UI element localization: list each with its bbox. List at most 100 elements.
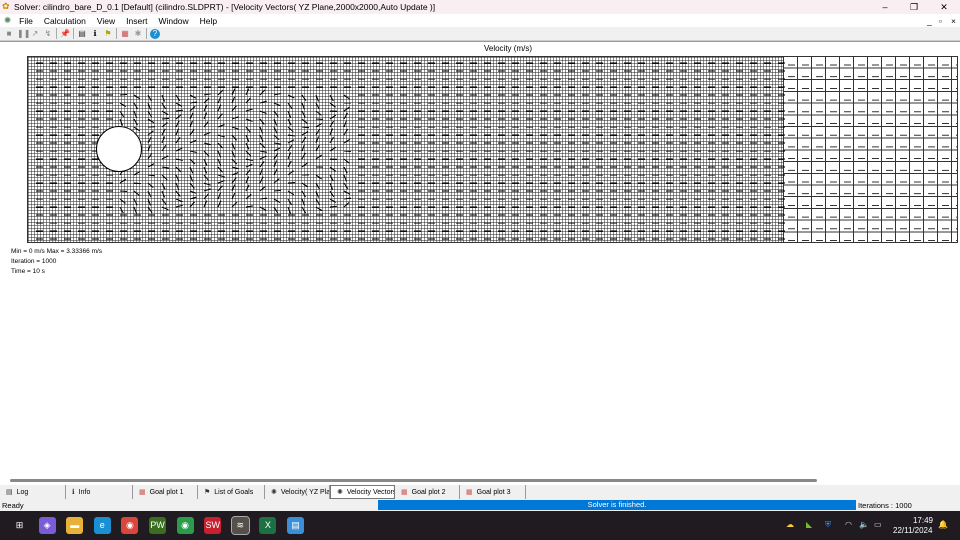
taskbar-notepad-icon[interactable]: ▤ [287, 517, 304, 534]
taskbar-start-icon[interactable]: ⊞ [11, 517, 28, 534]
tab-label: List of Goals [214, 488, 254, 496]
velocity-vector [343, 190, 351, 195]
velocity-vector [245, 118, 253, 122]
preview-icon: ✱ [134, 28, 142, 38]
solver-progress-bar: Solver is finished. [378, 500, 856, 510]
velocity-vector [189, 196, 197, 200]
menu-window[interactable]: Window [158, 16, 188, 26]
velocity-vector [175, 102, 183, 107]
notification-icon[interactable]: 🔔 [938, 520, 948, 529]
velocity-vector [119, 198, 126, 204]
velocity-vector [273, 134, 280, 141]
preview-button[interactable]: ✱ [133, 29, 143, 39]
velocity-vector [231, 201, 238, 208]
velocity-vector [343, 138, 351, 144]
taskbar-chrome-icon[interactable]: ◉ [121, 517, 139, 534]
mdi-restore-button[interactable]: ▫ [939, 16, 942, 26]
tab-label: Goal plot 1 [149, 488, 184, 496]
velocity-vector [259, 206, 267, 211]
velocity-vector [217, 185, 223, 192]
insert-button[interactable]: ↗ [30, 29, 40, 39]
restore-button[interactable]: ❐ [899, 0, 929, 14]
close-button[interactable]: ✕ [929, 0, 959, 14]
velocity-vector [203, 188, 211, 192]
velocity-vector [231, 134, 238, 141]
taskbar-flow-simulation-icon[interactable]: ≋ [230, 516, 250, 535]
tab-info[interactable]: ℹ Info [66, 485, 133, 499]
taskbar-file-explorer-icon[interactable]: ▬ [66, 517, 84, 534]
menu-view[interactable]: View [97, 16, 115, 26]
goal-plot-button[interactable]: ▦ [120, 29, 130, 39]
velocity-vector [203, 193, 209, 200]
wifi-icon[interactable]: ◠ [845, 520, 852, 529]
velocity-vector [273, 178, 280, 184]
taskbar-app-pw-icon[interactable]: PW [149, 517, 166, 534]
velocity-vector [259, 134, 264, 142]
info-button[interactable]: ℹ [90, 29, 100, 39]
velocity-vector [189, 201, 196, 208]
minimize-button[interactable]: – [870, 0, 900, 14]
menu-insert[interactable]: Insert [126, 16, 147, 26]
menu-calculation[interactable]: Calculation [44, 16, 86, 26]
velocity-vector [189, 120, 194, 128]
taskbar-chrome-profile-icon[interactable]: ◉ [176, 517, 194, 534]
velocity-vector [217, 113, 223, 120]
help-button[interactable]: ? [150, 28, 160, 39]
taskbar-excel-icon[interactable]: X [259, 517, 277, 534]
velocity-vector [133, 94, 141, 100]
mdi-close-button[interactable]: × [951, 16, 956, 26]
velocity-vector [343, 128, 349, 136]
mdi-minimize-button[interactable]: _ [927, 16, 932, 26]
velocity-vector [245, 126, 251, 133]
vector-plot[interactable] [27, 56, 958, 243]
tab-velocity-yz-pla[interactable]: ✺ Velocity( YZ Pla [265, 485, 330, 499]
taskbar-solidworks-icon[interactable]: SW [204, 517, 222, 534]
tab-label: Log [16, 488, 29, 496]
velocity-vector [315, 198, 321, 206]
velocity-vector [343, 174, 348, 182]
tab-velocity-vectors[interactable]: ✺ Velocity Vectors [330, 485, 395, 499]
refresh-button[interactable]: ↯ [43, 29, 53, 39]
toolbar-separator [73, 28, 74, 39]
taskbar-edge-icon[interactable]: e [93, 517, 111, 534]
menu-help[interactable]: Help [200, 16, 217, 26]
stop-button[interactable]: ■ [4, 29, 14, 39]
velocity-vector [245, 142, 250, 150]
tab-goal-plot-3[interactable]: ▦ Goal plot 3 [460, 485, 526, 499]
menu-file[interactable]: File [19, 16, 33, 26]
time-label: Time = 10 s [11, 268, 45, 275]
velocity-vector [287, 160, 292, 168]
velocity-vector [203, 93, 211, 96]
tab-log[interactable]: ▤ Log [0, 485, 66, 499]
tab-goal-plot-1[interactable]: ▦ Goal plot 1 [133, 485, 198, 499]
tab-goal-plot-2[interactable]: ▦ Goal plot 2 [395, 485, 460, 499]
log-button[interactable]: ▤ [77, 29, 87, 39]
velocity-vector [161, 94, 166, 102]
nvidia-icon[interactable]: ◣ [806, 520, 812, 529]
velocity-vector [259, 197, 268, 200]
taskbar-copilot-icon[interactable]: ◈ [38, 517, 56, 534]
pin-icon: 📌 [60, 28, 70, 38]
onedrive-icon[interactable]: ☁ [786, 520, 794, 529]
security-icon[interactable]: ⛨ [825, 520, 831, 530]
battery-icon[interactable]: ▭ [874, 520, 882, 529]
tab-label: Goal plot 3 [476, 488, 511, 496]
scrollbar-thumb[interactable] [10, 479, 817, 482]
log-icon: ▤ [6, 489, 13, 496]
velocity-vector [287, 102, 293, 109]
pin-button[interactable]: 📌 [60, 29, 70, 39]
volume-icon[interactable]: 🔈 [859, 520, 869, 529]
velocity-vector [203, 182, 211, 186]
velocity-vector [301, 126, 310, 129]
velocity-vector [133, 182, 142, 185]
velocity-vector [189, 174, 194, 182]
tab-list-of-goals[interactable]: ⚑ List of Goals [198, 485, 265, 499]
clock-date[interactable]: 22/11/2024 [893, 526, 932, 535]
refresh-icon: ↯ [44, 28, 52, 38]
velocity-vector [273, 168, 278, 176]
pause-button[interactable]: ❚❚ [17, 29, 30, 39]
clock-time[interactable]: 17:49 [905, 516, 933, 525]
velocity-vector [203, 200, 208, 208]
velocity-vector [273, 160, 278, 168]
goals-flag-button[interactable]: ⚑ [103, 29, 113, 39]
